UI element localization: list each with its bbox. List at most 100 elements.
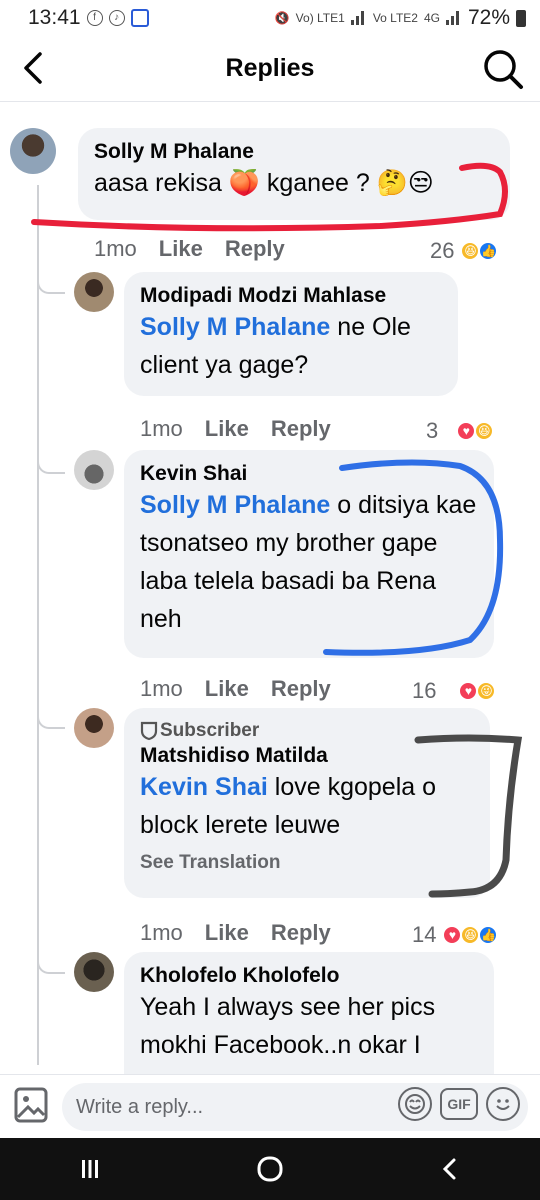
- network-label-1: Vo) LTE1: [295, 11, 345, 25]
- mention-link[interactable]: Kevin Shai: [140, 773, 268, 801]
- emoji-icon: [496, 1099, 510, 1110]
- comment-author[interactable]: Kholofelo Kholofelo: [140, 964, 478, 988]
- comment-text: Solly M Phalane o ditsiya kae tsonatseo …: [140, 491, 477, 633]
- avatar[interactable]: [10, 128, 56, 174]
- haha-reaction-icon: 😆: [474, 421, 495, 441]
- wow-reaction-icon: 😜: [476, 681, 497, 701]
- comment-meta: 1mo Like Reply: [140, 416, 353, 442]
- comment-author[interactable]: Matshidiso Matilda: [140, 744, 474, 768]
- comment-bubble: Solly M Phalane aasa rekisa 🍑 kganee ? 🤔…: [78, 128, 510, 220]
- comment-meta: 1mo Like Reply: [140, 920, 353, 946]
- composer-icons: GIF: [398, 1087, 520, 1121]
- avatar[interactable]: [74, 450, 114, 490]
- subscriber-label: Subscriber: [160, 720, 260, 741]
- search-button[interactable]: [482, 48, 524, 90]
- see-translation-link[interactable]: See Translation: [140, 852, 474, 874]
- mention-link[interactable]: Solly M Phalane: [140, 491, 330, 519]
- thread-branch: [37, 270, 65, 294]
- calendar-notification-icon: [130, 9, 149, 27]
- love-reaction-icon: ♥: [456, 421, 477, 441]
- like-reaction-icon: 👍: [478, 241, 499, 261]
- avatar[interactable]: [74, 952, 114, 992]
- sticker-icon: [405, 1094, 425, 1114]
- haha-reaction-icon: 😆: [460, 925, 481, 945]
- reply-button[interactable]: Reply: [271, 416, 331, 442]
- reaction-summary[interactable]: 16 ♥ 😜: [412, 678, 497, 704]
- comment-time: 1mo: [140, 416, 183, 441]
- comment-time: 1mo: [94, 236, 137, 261]
- subscriber-badge: Subscriber: [140, 720, 474, 742]
- gif-button[interactable]: GIF: [440, 1088, 478, 1120]
- thread-branch: [37, 705, 65, 729]
- reaction-count: 14: [412, 922, 437, 947]
- network-label-2: Vo LTE2: [372, 11, 418, 25]
- haha-reaction-icon: 😆: [460, 241, 481, 261]
- tiktok-notification-icon: ♪: [108, 10, 125, 26]
- comment-bubble: Kholofelo Kholofelo Yeah I always see he…: [124, 952, 494, 1092]
- system-nav-bar: [0, 1138, 540, 1200]
- like-button[interactable]: Like: [205, 416, 249, 442]
- signal-icon-1: [350, 11, 367, 25]
- comment-meta: 1mo Like Reply: [140, 676, 353, 702]
- reaction-count: 26: [430, 238, 455, 263]
- emoji-button[interactable]: [486, 1087, 520, 1121]
- like-reaction-icon: 👍: [478, 925, 499, 945]
- thread-branch: [37, 450, 65, 474]
- love-reaction-icon: ♥: [458, 681, 479, 701]
- comment-text: Kevin Shai love kgopela o block lerete l…: [140, 773, 437, 839]
- like-button[interactable]: Like: [205, 676, 249, 702]
- home-button[interactable]: [240, 1149, 300, 1189]
- nav-back-icon: [442, 1158, 456, 1180]
- comment-time: 1mo: [140, 676, 183, 701]
- love-reaction-icon: ♥: [442, 925, 463, 945]
- battery-icon: [516, 9, 526, 27]
- comment-bubble: Modipadi Modzi Mahlase Solly M Phalane n…: [124, 272, 458, 396]
- comment-author[interactable]: Solly M Phalane: [94, 140, 494, 164]
- comment-bubble: Kevin Shai Solly M Phalane o ditsiya kae…: [124, 450, 494, 658]
- comment-text: Solly M Phalane ne Ole client ya gage?: [140, 313, 411, 379]
- reply-button[interactable]: Reply: [271, 920, 331, 946]
- nav-back-button[interactable]: [420, 1149, 480, 1189]
- reply-button[interactable]: Reply: [271, 676, 331, 702]
- comment-bubble: Subscriber Matshidiso Matilda Kevin Shai…: [124, 708, 490, 898]
- comment-meta: 1mo Like Reply: [94, 236, 307, 262]
- reaction-summary[interactable]: 3 ♥ 😆: [426, 418, 495, 444]
- status-bar: 13:41 f ♪ 🔇 Vo) LTE1 Vo LTE2 4G 72%: [0, 0, 540, 36]
- reaction-summary[interactable]: 26 😆 👍: [430, 238, 499, 264]
- comment-author[interactable]: Kevin Shai: [140, 462, 478, 486]
- reply-input-placeholder: Write a reply...: [76, 1095, 204, 1118]
- page-title: Replies: [225, 54, 315, 82]
- reply-composer: Write a reply... GIF: [0, 1074, 540, 1138]
- facebook-notification-icon: f: [86, 10, 103, 26]
- battery-percent: 72%: [467, 6, 510, 29]
- recents-button[interactable]: [60, 1149, 120, 1189]
- shield-icon: [140, 721, 158, 741]
- reaction-summary[interactable]: 14 ♥ 😆 👍: [412, 922, 499, 948]
- comment-author[interactable]: Modipadi Modzi Mahlase: [140, 284, 442, 308]
- reaction-count: 16: [412, 678, 437, 703]
- comment-time: 1mo: [140, 920, 183, 945]
- reaction-count: 3: [426, 418, 439, 443]
- gif-icon: GIF: [447, 1096, 471, 1112]
- comment-text: aasa rekisa 🍑 kganee ? 🤔😒: [94, 169, 434, 197]
- like-button[interactable]: Like: [205, 920, 249, 946]
- avatar[interactable]: [74, 272, 114, 312]
- photo-icon: [14, 1087, 48, 1123]
- avatar[interactable]: [74, 708, 114, 748]
- comment-text: Yeah I always see her pics mokhi Faceboo…: [140, 993, 436, 1059]
- search-icon: [484, 50, 523, 89]
- mute-icon: 🔇: [274, 11, 290, 25]
- home-icon: [257, 1156, 283, 1182]
- status-time: 13:41: [28, 6, 81, 29]
- network-label-3: 4G: [423, 11, 440, 25]
- thread-line: [37, 185, 39, 1065]
- like-button[interactable]: Like: [159, 236, 203, 262]
- recents-icon: [82, 1160, 98, 1178]
- header: Replies: [0, 36, 540, 102]
- reply-button[interactable]: Reply: [225, 236, 285, 262]
- sticker-button[interactable]: [398, 1087, 432, 1121]
- mention-link[interactable]: Solly M Phalane: [140, 313, 330, 341]
- signal-icon-2: [445, 11, 462, 25]
- photo-button[interactable]: [14, 1085, 48, 1125]
- thread-branch: [37, 950, 65, 974]
